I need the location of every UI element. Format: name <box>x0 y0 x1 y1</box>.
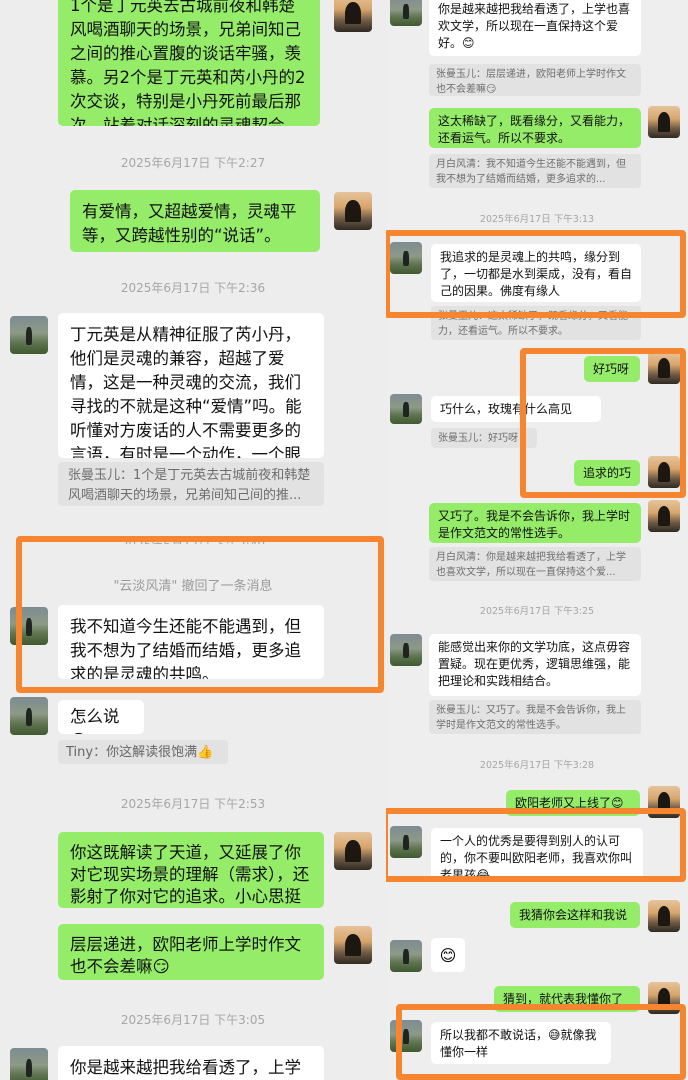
message-bubble-incoming[interactable]: 能感觉出来你的文学功底，这点毋容置疑。现在更优秀，逻辑思维强，能把理论和实践相结… <box>429 634 641 696</box>
avatar[interactable] <box>648 786 680 818</box>
avatar[interactable] <box>648 456 680 488</box>
timestamp: 2025年6月17日 下午3:13 <box>479 214 595 225</box>
quoted-message[interactable]: 张曼玉儿：层层递进，欧阳老师上学时作文也不会差嘛😏 <box>429 64 641 96</box>
emoji-icon: 😊 <box>439 945 457 965</box>
message-bubble-outgoing[interactable]: 猜到，就代表我懂你了 <box>494 986 640 1012</box>
avatar[interactable] <box>334 0 372 32</box>
right-chat-panel: 你是越来越把我给看透了，上学也喜欢文学，所以现在一直保持这个爱好。😊 张曼玉儿：… <box>386 0 688 1080</box>
avatar[interactable] <box>334 192 372 230</box>
message-bubble-incoming[interactable]: 丁元英是从精神征服了芮小丹，他们是灵魂的兼容，超越了爱情，这是一种灵魂的交流，我… <box>58 313 324 458</box>
message-bubble-incoming[interactable]: 我不知道今生还能不能遇到，但我不想为了结婚而结婚，更多追求的是灵魂的共鸣。 <box>58 605 324 679</box>
avatar[interactable] <box>390 394 422 424</box>
avatar[interactable] <box>390 634 422 666</box>
message-bubble-incoming[interactable]: 一个人的优秀是要得到别人的认可的，你不要叫欧阳老师，我喜欢你叫老男孩😂 <box>431 828 643 880</box>
message-bubble-outgoing[interactable]: 这太稀缺了，既看缘分，又看能力，还看运气。所以不要求。 <box>429 108 641 148</box>
avatar[interactable] <box>648 900 680 932</box>
timestamp: 2025年6月17日 下午2:40 <box>0 536 386 544</box>
avatar[interactable] <box>334 926 372 964</box>
quoted-message[interactable]: Tiny：你这解读很饱满👍 <box>58 740 228 764</box>
timestamp: 2025年6月17日 下午3:28 <box>479 760 595 771</box>
quoted-message[interactable]: 月白风清：我不知道今生还能不能遇到，但我不想为了结婚而结婚，更多追求的... <box>429 154 641 188</box>
timestamp: 2025年6月17日 下午2:53 <box>120 797 266 811</box>
avatar[interactable] <box>10 607 48 645</box>
timestamp: 2025年6月17日 下午3:05 <box>120 1013 266 1027</box>
avatar[interactable] <box>10 1048 48 1080</box>
message-bubble-outgoing[interactable]: 1个是丁元英去古城前夜和韩楚风喝酒聊天的场景，兄弟间知己之间的推心置腹的谈话牢骚… <box>58 0 320 126</box>
message-bubble-incoming[interactable]: 我追求的是灵魂上的共鸣，缘分到了，一切都是水到渠成，没有，看自己的因果。佛度有缘… <box>431 244 641 302</box>
quoted-message[interactable]: 月白风清：你是越来越把我给看透了，上学也喜欢文学，所以现在一直保持这个爱... <box>429 547 641 581</box>
message-bubble-outgoing[interactable]: 我猜你会这样和我说 <box>510 902 640 928</box>
avatar[interactable] <box>390 0 422 26</box>
message-bubble-outgoing[interactable]: 有爱情，又超越爱情，灵魂平等，又跨越性别的“说话”。 <box>70 190 320 252</box>
sticker-message[interactable]: 😊 <box>431 938 465 972</box>
avatar[interactable] <box>648 982 680 1014</box>
avatar[interactable] <box>390 940 422 972</box>
message-bubble-outgoing[interactable]: 好巧呀 <box>584 356 640 382</box>
avatar[interactable] <box>10 697 48 735</box>
avatar[interactable] <box>390 1020 422 1052</box>
avatar[interactable] <box>390 826 422 858</box>
avatar[interactable] <box>390 242 422 274</box>
avatar[interactable] <box>10 316 48 354</box>
avatar[interactable] <box>334 832 372 870</box>
message-bubble-incoming[interactable]: 你是越来越把我给看透了，上学也 <box>58 1046 324 1080</box>
quoted-message[interactable]: 张曼玉儿：好巧呀 <box>431 428 537 448</box>
avatar[interactable] <box>648 106 680 138</box>
timestamp: 2025年6月17日 下午2:27 <box>120 156 266 170</box>
timestamp: 2025年6月17日 下午2:36 <box>120 281 266 295</box>
message-bubble-outgoing[interactable]: 欧阳老师又上线了😊 <box>506 790 640 816</box>
avatar[interactable] <box>648 500 680 532</box>
message-bubble-outgoing[interactable]: 追求的巧 <box>574 460 640 486</box>
message-bubble-outgoing[interactable]: 层层递进，欧阳老师上学时作文也不会差嘛😏 <box>58 924 324 980</box>
timestamp: 2025年6月17日 下午3:25 <box>479 606 595 617</box>
recalled-message-notice: "云淡风清" 撤回了一条消息 <box>113 579 273 594</box>
message-bubble-incoming[interactable]: 怎么说😊 <box>58 700 144 734</box>
quoted-message[interactable]: 张曼玉儿：又巧了。我是不会告诉你，我上学时是作文范文的常性选手。 <box>429 700 641 734</box>
message-bubble-incoming[interactable]: 你是越来越把我给看透了，上学也喜欢文学，所以现在一直保持这个爱好。😊 <box>429 0 641 56</box>
quoted-message[interactable]: 张曼玉儿：这太稀缺了，既看缘分，又看能力，还看运气。所以不要求。 <box>431 306 641 340</box>
message-bubble-incoming[interactable]: 所以我都不敢说话，😅就像我懂你一样 <box>431 1022 611 1064</box>
message-bubble-outgoing[interactable]: 又巧了。我是不会告诉你，我上学时是作文范文的常性选手。 <box>429 503 641 543</box>
quoted-message[interactable]: 张曼玉儿：1个是丁元英去古城前夜和韩楚风喝酒聊天的场景，兄弟间知己间的推... <box>58 462 324 506</box>
message-bubble-incoming[interactable]: 巧什么，玫瑰有什么高见 <box>431 396 601 422</box>
left-chat-panel: 1个是丁元英去古城前夜和韩楚风喝酒聊天的场景，兄弟间知己之间的推心置腹的谈话牢骚… <box>0 0 386 1080</box>
avatar[interactable] <box>648 352 680 384</box>
message-bubble-outgoing[interactable]: 你这既解读了天道，又延展了你对它现实场景的理解（需求），还影射了你对它的追求。小… <box>58 832 324 908</box>
